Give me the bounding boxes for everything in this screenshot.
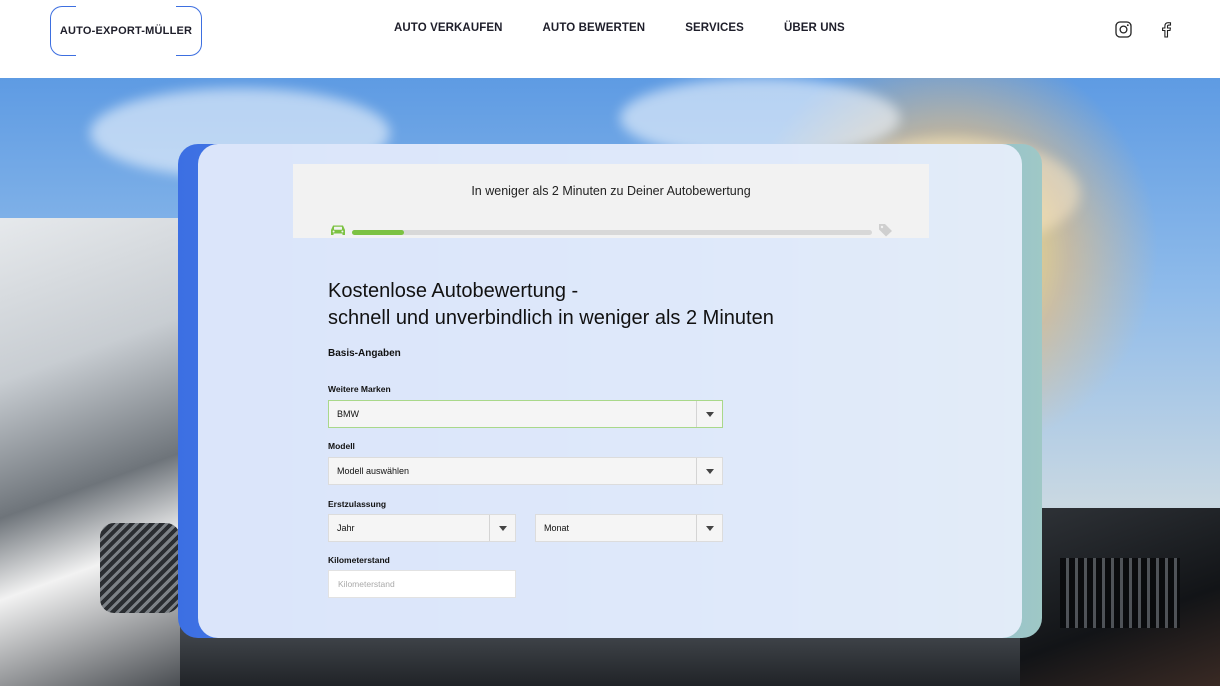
modell-label: Modell	[328, 441, 355, 451]
valuation-panel: In weniger als 2 Minuten zu Deiner Autob…	[198, 144, 1022, 638]
nav-auto-verkaufen[interactable]: AUTO VERKAUFEN	[394, 22, 503, 34]
chevron-down-icon[interactable]	[489, 515, 515, 541]
progress-box: In weniger als 2 Minuten zu Deiner Autob…	[293, 164, 929, 238]
page-heading: Kostenlose Autobewertung - schnell und u…	[328, 278, 774, 332]
erstzulassung-label: Erstzulassung	[328, 499, 387, 509]
car-grille	[100, 523, 180, 613]
chevron-down-icon[interactable]	[696, 458, 722, 484]
section-title: Basis-Angaben	[328, 348, 401, 359]
nav-ueber-uns[interactable]: ÜBER UNS	[784, 22, 845, 34]
chevron-down-icon[interactable]	[696, 401, 722, 427]
marke-value: BMW	[337, 409, 359, 419]
kilometerstand-label: Kilometerstand	[328, 555, 390, 565]
chevron-down-icon[interactable]	[696, 515, 722, 541]
jahr-select[interactable]: Jahr	[328, 514, 516, 542]
modell-value: Modell auswählen	[337, 466, 410, 476]
instagram-icon[interactable]	[1115, 21, 1132, 38]
site-header: AUTO-EXPORT-MÜLLER AUTO VERKAUFEN AUTO B…	[0, 0, 1220, 78]
nav-auto-bewerten[interactable]: AUTO BEWERTEN	[543, 22, 646, 34]
logo[interactable]: AUTO-EXPORT-MÜLLER	[50, 6, 202, 56]
marke-label: Weitere Marken	[328, 384, 391, 394]
facebook-icon[interactable]	[1160, 21, 1172, 38]
nav-services[interactable]: SERVICES	[685, 22, 744, 34]
kilometerstand-input[interactable]	[328, 570, 516, 598]
main-nav: AUTO VERKAUFEN AUTO BEWERTEN SERVICES ÜB…	[394, 22, 885, 34]
progress-fill	[352, 230, 404, 235]
heading-line-2: schnell und unverbindlich in weniger als…	[328, 307, 774, 329]
jahr-value: Jahr	[337, 523, 355, 533]
logo-text: AUTO-EXPORT-MÜLLER	[59, 25, 193, 37]
modell-select[interactable]: Modell auswählen	[328, 457, 723, 485]
progress-title: In weniger als 2 Minuten zu Deiner Autob…	[471, 184, 751, 198]
tag-icon	[878, 223, 893, 242]
marke-select[interactable]: BMW	[328, 400, 723, 428]
monat-value: Monat	[544, 523, 570, 533]
heading-line-1: Kostenlose Autobewertung -	[328, 280, 579, 302]
social-links	[1115, 21, 1172, 38]
monat-select[interactable]: Monat	[535, 514, 723, 542]
car-grille	[1060, 558, 1180, 628]
progress-bar	[352, 230, 872, 235]
car-icon	[329, 224, 347, 242]
